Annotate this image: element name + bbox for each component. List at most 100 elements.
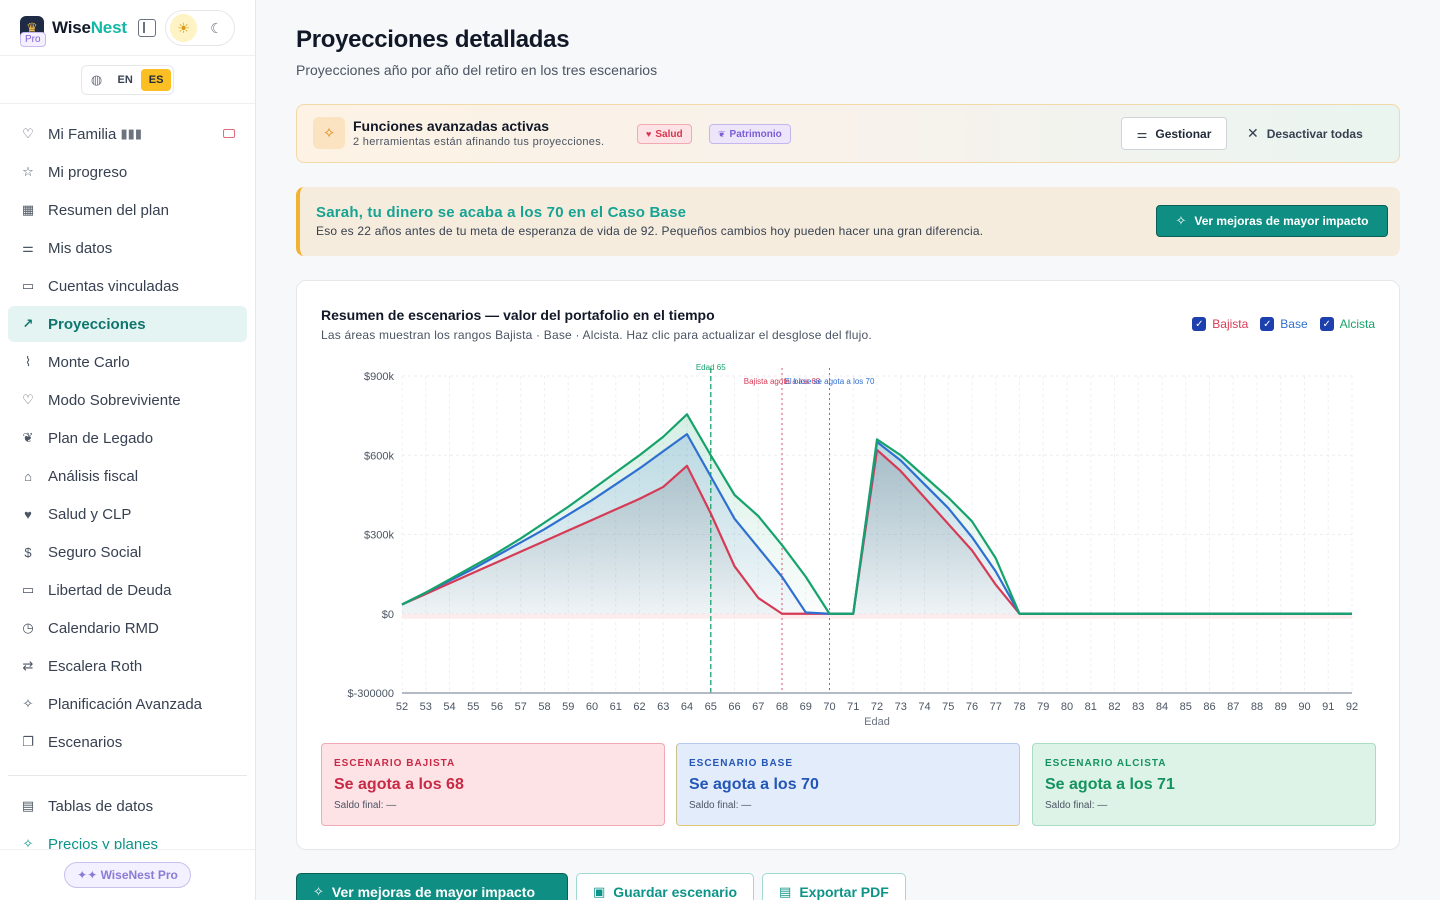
sidebar-item-tablas-de-datos[interactable]: ▤ Tablas de datos	[8, 788, 247, 824]
sidebar-item-modo-sobreviviente[interactable]: ♡ Modo Sobreviviente	[8, 382, 247, 418]
sparkles-icon: ✧	[313, 117, 345, 149]
sidebar-item-label: Análisis fiscal	[48, 467, 139, 485]
sidebar-item-mis-datos[interactable]: ⚌ Mis datos	[8, 230, 247, 266]
x-tick-label: 65	[705, 701, 717, 713]
manage-button[interactable]: ⚌ Gestionar	[1121, 117, 1227, 150]
layers-icon: ❐	[22, 734, 34, 749]
sidebar-item-plan-de-legado[interactable]: ❦ Plan de Legado	[8, 420, 247, 456]
scenario-label: ESCENARIO BASE	[689, 758, 794, 769]
language-row: ◍ EN ES	[0, 56, 255, 104]
x-tick-label: 63	[657, 701, 669, 713]
sidebar-item-mi-progreso[interactable]: ☆ Mi progreso	[8, 154, 247, 190]
x-tick-label: 56	[491, 701, 503, 713]
wisenest-pro-button[interactable]: ✦✦ WiseNest Pro	[64, 862, 191, 888]
x-tick-label: 85	[1180, 701, 1192, 713]
sidebar-item-analisis-fiscal[interactable]: ⌂ Análisis fiscal	[8, 458, 247, 494]
x-tick-label: 90	[1298, 701, 1310, 713]
sidebar-item-escenarios[interactable]: ❐ Escenarios	[8, 724, 247, 760]
x-tick-label: 57	[515, 701, 527, 713]
moon-icon[interactable]: ☾	[203, 14, 230, 42]
x-tick-label: 61	[610, 701, 622, 713]
sparkles-icon: ✧	[22, 696, 34, 711]
scenario-label: ESCENARIO ALCISTA	[1045, 758, 1167, 769]
x-tick-label: 55	[467, 701, 479, 713]
x-tick-label: 52	[396, 701, 408, 713]
save-icon: ▣	[593, 884, 606, 899]
sidebar-item-label: Resumen del plan	[48, 201, 169, 219]
x-tick-label: 80	[1061, 701, 1073, 713]
x-tick-label: 83	[1132, 701, 1144, 713]
heart-icon: ♡	[22, 126, 34, 141]
sidebar-item-mi-familia[interactable]: ♡ Mi Familia ▮▮▮	[8, 116, 247, 152]
x-tick-label: 73	[895, 701, 907, 713]
deactivate-all-button[interactable]: ✕ Desactivar todas	[1247, 117, 1363, 150]
x-tick-label: 66	[728, 701, 740, 713]
x-tick-label: 77	[990, 701, 1002, 713]
sidebar-item-cuentas-vinculadas[interactable]: ▭ Cuentas vinculadas	[8, 268, 247, 304]
sidebar-item-label: Modo Sobreviviente	[48, 391, 181, 409]
features-title: Funciones avanzadas activas	[353, 118, 550, 134]
sidebar-item-resumen-del-plan[interactable]: ▦ Resumen del plan	[8, 192, 247, 228]
x-tick-label: 64	[681, 701, 693, 713]
sidebar-item-libertad-de-deuda[interactable]: ▭ Libertad de Deuda	[8, 572, 247, 608]
sidebar-item-label: Mis datos	[48, 239, 113, 257]
sidebar-item-escalera-roth[interactable]: ⇄ Escalera Roth	[8, 648, 247, 684]
dollar-circle-icon: $	[24, 544, 32, 560]
heart-pulse-icon: ♥	[646, 129, 652, 139]
portfolio-projection-chart[interactable]: $900k$600k$300k$0$-300000Edad 65Bajista …	[297, 281, 1401, 741]
sparkles-icon: ✧	[313, 884, 324, 899]
pro-badge: Pro	[20, 32, 46, 47]
sliders-icon: ⚌	[1136, 126, 1148, 141]
sidebar-item-label: Libertad de Deuda	[48, 581, 172, 599]
annotation-label: Edad 65	[696, 363, 726, 372]
sidebar-item-planificacion-avanzada[interactable]: ✧ Planificación Avanzada	[8, 686, 247, 722]
sidebar: ♛ WiseNest Pro ☀ ☾ ◍ EN ES ♡ Mi Familia …	[0, 0, 256, 900]
sidebar-item-seguro-social[interactable]: $ Seguro Social	[8, 534, 247, 570]
sidebar-item-label: Escalera Roth	[48, 657, 143, 675]
page-actions: ✧ Ver mejoras de mayor impacto ▣ Guardar e…	[296, 873, 914, 900]
save-scenario-button[interactable]: ▣ Guardar escenario	[576, 873, 755, 900]
x-tick-label: 87	[1227, 701, 1239, 713]
scenario-card-alcista[interactable]: ESCENARIO ALCISTA Se agota a los 71 Sald…	[1032, 743, 1376, 826]
page-subtitle: Proyecciones año por año del retiro en l…	[296, 62, 658, 78]
brand-header: ♛ WiseNest Pro ☀ ☾	[0, 0, 255, 56]
scenario-final-balance: Saldo final: —	[1045, 800, 1108, 811]
sidebar-item-proyecciones[interactable]: ↗ Proyecciones	[8, 306, 247, 342]
x-tick-label: 59	[562, 701, 574, 713]
scenario-value: Se agota a los 71	[1045, 776, 1175, 793]
theme-toggle: ☀ ☾	[165, 10, 235, 46]
x-tick-label: 78	[1013, 701, 1025, 713]
lang-en-button[interactable]: EN	[110, 69, 141, 91]
x-tick-label: 67	[752, 701, 764, 713]
sidebar-item-label: Escenarios	[48, 733, 123, 751]
heart-icon: ♡	[22, 392, 34, 407]
scenario-card-base[interactable]: ESCENARIO BASE Se agota a los 70 Saldo f…	[676, 743, 1020, 826]
sidebar-item-salud-y-clp[interactable]: ♥ Salud y CLP	[8, 496, 247, 532]
lang-es-button[interactable]: ES	[140, 68, 172, 91]
leaf-icon: ❦	[22, 430, 34, 445]
chip-salud[interactable]: ♥ Salud	[637, 124, 692, 144]
scenario-final-balance: Saldo final: —	[689, 800, 752, 811]
sidebar-item-label: Tablas de datos	[48, 797, 154, 815]
sidebar-item-calendario-rmd[interactable]: ◷ Calendario RMD	[8, 610, 247, 646]
chip-patrimonio[interactable]: ❦ Patrimonio	[709, 124, 791, 144]
y-tick-label: $0	[382, 609, 394, 621]
sidebar-item-monte-carlo[interactable]: ⌇ Monte Carlo	[8, 344, 247, 380]
brand-name[interactable]: WiseNest	[52, 18, 127, 38]
table-icon: ▤	[21, 798, 35, 813]
advanced-features-banner: ✧ Funciones avanzadas activas 2 herramie…	[296, 104, 1400, 163]
x-tick-label: 82	[1108, 701, 1120, 713]
x-tick-label: 60	[586, 701, 598, 713]
y-tick-label: $600k	[364, 450, 394, 462]
sidebar-collapse-icon[interactable]	[138, 19, 156, 37]
sparkles-icon: ✧	[1175, 213, 1187, 228]
depletion-alert: Sarah, tu dinero se acaba a los 70 en el…	[296, 187, 1400, 256]
export-pdf-button[interactable]: ▤ Exportar PDF	[762, 873, 906, 900]
top-improvements-button[interactable]: ✧ Ver mejoras de mayor impacto	[1156, 205, 1388, 237]
scenario-card-bajista[interactable]: ESCENARIO BAJISTA Se agota a los 68 Sald…	[321, 743, 665, 826]
sun-icon[interactable]: ☀	[170, 14, 197, 42]
top-improvements-bottom-button[interactable]: ✧ Ver mejoras de mayor impacto	[296, 873, 568, 900]
sidebar-item-label: Salud y CLP	[48, 505, 132, 523]
features-subtitle: 2 herramientas están afinando tus proyec…	[353, 136, 605, 148]
x-tick-label: 91	[1322, 701, 1334, 713]
